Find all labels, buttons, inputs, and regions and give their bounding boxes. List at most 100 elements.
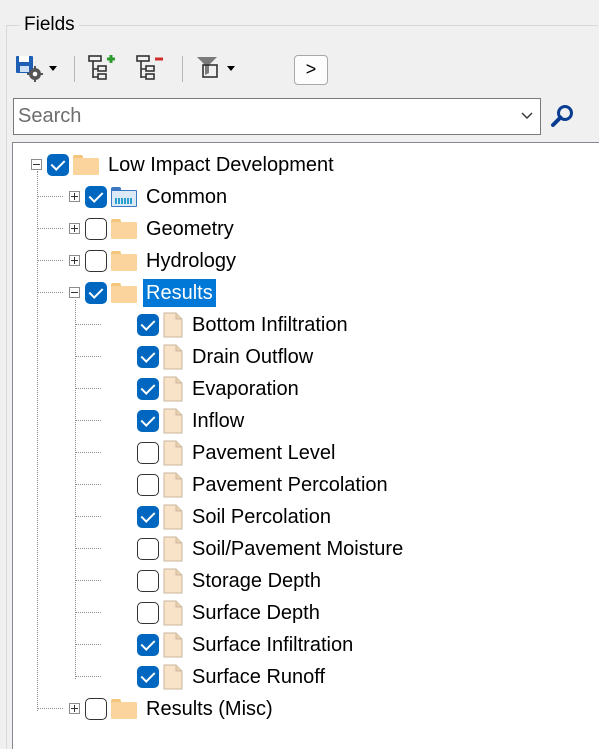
expand-toggle-icon[interactable] bbox=[69, 255, 80, 266]
folder-body bbox=[111, 222, 137, 239]
tree-line bbox=[75, 580, 101, 581]
collapse-toggle-icon[interactable] bbox=[69, 287, 80, 298]
tree-line bbox=[37, 260, 63, 261]
checkbox[interactable] bbox=[137, 378, 159, 400]
checkbox[interactable] bbox=[137, 634, 159, 656]
tree-item[interactable]: Inflow bbox=[13, 405, 573, 437]
tree-line bbox=[37, 292, 63, 293]
tree-item-label: Surface Depth bbox=[192, 602, 320, 624]
checkbox[interactable] bbox=[85, 218, 107, 240]
tree-folder-node[interactable]: Geometry bbox=[13, 213, 573, 245]
checkbox[interactable] bbox=[137, 538, 159, 560]
tree-item-label: Soil Percolation bbox=[192, 506, 331, 528]
search-box bbox=[13, 98, 541, 135]
checkbox[interactable] bbox=[137, 570, 159, 592]
folder-body bbox=[111, 190, 137, 207]
tree-item-label: Common bbox=[146, 186, 228, 208]
document-icon bbox=[163, 376, 183, 402]
checkbox[interactable] bbox=[137, 314, 159, 336]
checkbox[interactable] bbox=[85, 186, 107, 208]
filter-button[interactable] bbox=[194, 50, 242, 86]
document-icon bbox=[163, 312, 183, 338]
folder-icon bbox=[111, 219, 137, 239]
tree-item-label: Hydrology bbox=[146, 250, 237, 272]
folder-body bbox=[111, 254, 137, 271]
tree-item[interactable]: Storage Depth bbox=[13, 565, 573, 597]
tree-line bbox=[75, 388, 101, 389]
tree-line bbox=[37, 196, 63, 197]
tree-item-label: Results bbox=[143, 279, 216, 307]
tree-line bbox=[75, 516, 101, 517]
checkbox[interactable] bbox=[137, 602, 159, 624]
tree-item-label: Low Impact Development bbox=[108, 154, 334, 176]
tree-line bbox=[75, 324, 101, 325]
collapse-all-button[interactable] bbox=[134, 50, 170, 86]
document-icon bbox=[163, 344, 183, 370]
fields-title: Fields bbox=[20, 14, 79, 36]
document-icon bbox=[163, 568, 183, 594]
search-button[interactable] bbox=[548, 102, 578, 132]
document-icon bbox=[163, 408, 183, 434]
tree-item[interactable]: Drain Outflow bbox=[13, 341, 573, 373]
tree-add-icon bbox=[88, 55, 115, 80]
tree-line bbox=[75, 676, 101, 677]
tree-folder-node[interactable]: Low Impact Development bbox=[13, 149, 573, 181]
folder-icon bbox=[111, 251, 137, 271]
folder-body bbox=[111, 702, 137, 719]
tree-item[interactable]: Surface Depth bbox=[13, 597, 573, 629]
tree-item-label: Pavement Level bbox=[192, 442, 336, 464]
tree-item-label: Drain Outflow bbox=[192, 346, 314, 368]
expand-all-button[interactable] bbox=[86, 50, 122, 86]
checkbox[interactable] bbox=[137, 506, 159, 528]
save-gear-icon bbox=[16, 56, 43, 82]
tree-item[interactable]: Pavement Level bbox=[13, 437, 573, 469]
expand-toggle-icon[interactable] bbox=[69, 223, 80, 234]
tree-folder-node[interactable]: Common bbox=[13, 181, 573, 213]
checkbox[interactable] bbox=[85, 250, 107, 272]
tree-line bbox=[75, 548, 101, 549]
tree-item-label: Pavement Percolation bbox=[192, 474, 388, 496]
checkbox[interactable] bbox=[137, 346, 159, 368]
collapse-toggle-icon[interactable] bbox=[31, 159, 42, 170]
filter-icon bbox=[197, 57, 218, 78]
checkbox[interactable] bbox=[137, 474, 159, 496]
folder-icon bbox=[111, 283, 137, 303]
checkbox[interactable] bbox=[85, 698, 107, 720]
checkbox[interactable] bbox=[137, 442, 159, 464]
tree-remove-icon bbox=[136, 55, 163, 80]
folder-icon bbox=[73, 155, 99, 175]
tree-line bbox=[75, 644, 101, 645]
chevron-down-icon[interactable] bbox=[520, 109, 534, 123]
expand-toggle-icon[interactable] bbox=[69, 703, 80, 714]
tree-folder-node[interactable]: Results (Misc) bbox=[13, 693, 573, 725]
tree-item-label: Soil/Pavement Moisture bbox=[192, 538, 404, 560]
tree-item[interactable]: Surface Runoff bbox=[13, 661, 573, 693]
tree-folder-node[interactable]: Hydrology bbox=[13, 245, 573, 277]
checkbox[interactable] bbox=[47, 154, 69, 176]
tree-item-label: Evaporation bbox=[192, 378, 299, 400]
tree-item[interactable]: Surface Infiltration bbox=[13, 629, 573, 661]
checkbox[interactable] bbox=[137, 666, 159, 688]
tree-item[interactable]: Soil/Pavement Moisture bbox=[13, 533, 573, 565]
checkbox[interactable] bbox=[85, 282, 107, 304]
folder-teal-icon bbox=[111, 187, 137, 207]
save-settings-button[interactable] bbox=[14, 50, 62, 86]
tree-item[interactable]: Pavement Percolation bbox=[13, 469, 573, 501]
tree-folder-node[interactable]: Results bbox=[13, 277, 573, 309]
expand-toggle-icon[interactable] bbox=[69, 191, 80, 202]
tree-item[interactable]: Soil Percolation bbox=[13, 501, 573, 533]
tree-line bbox=[37, 228, 63, 229]
show-more-button[interactable]: > bbox=[294, 55, 328, 85]
checkbox[interactable] bbox=[137, 410, 159, 432]
tree-item-label: Geometry bbox=[146, 218, 234, 240]
tree-line bbox=[75, 356, 101, 357]
document-icon bbox=[163, 472, 183, 498]
tree-item[interactable]: Bottom Infiltration bbox=[13, 309, 573, 341]
tree-item[interactable]: Evaporation bbox=[13, 373, 573, 405]
chevron-down-icon bbox=[49, 65, 57, 71]
search-input[interactable] bbox=[18, 101, 498, 131]
folder-body bbox=[73, 158, 99, 175]
tree-line bbox=[75, 420, 101, 421]
search-icon bbox=[551, 105, 573, 127]
document-icon bbox=[163, 664, 183, 690]
